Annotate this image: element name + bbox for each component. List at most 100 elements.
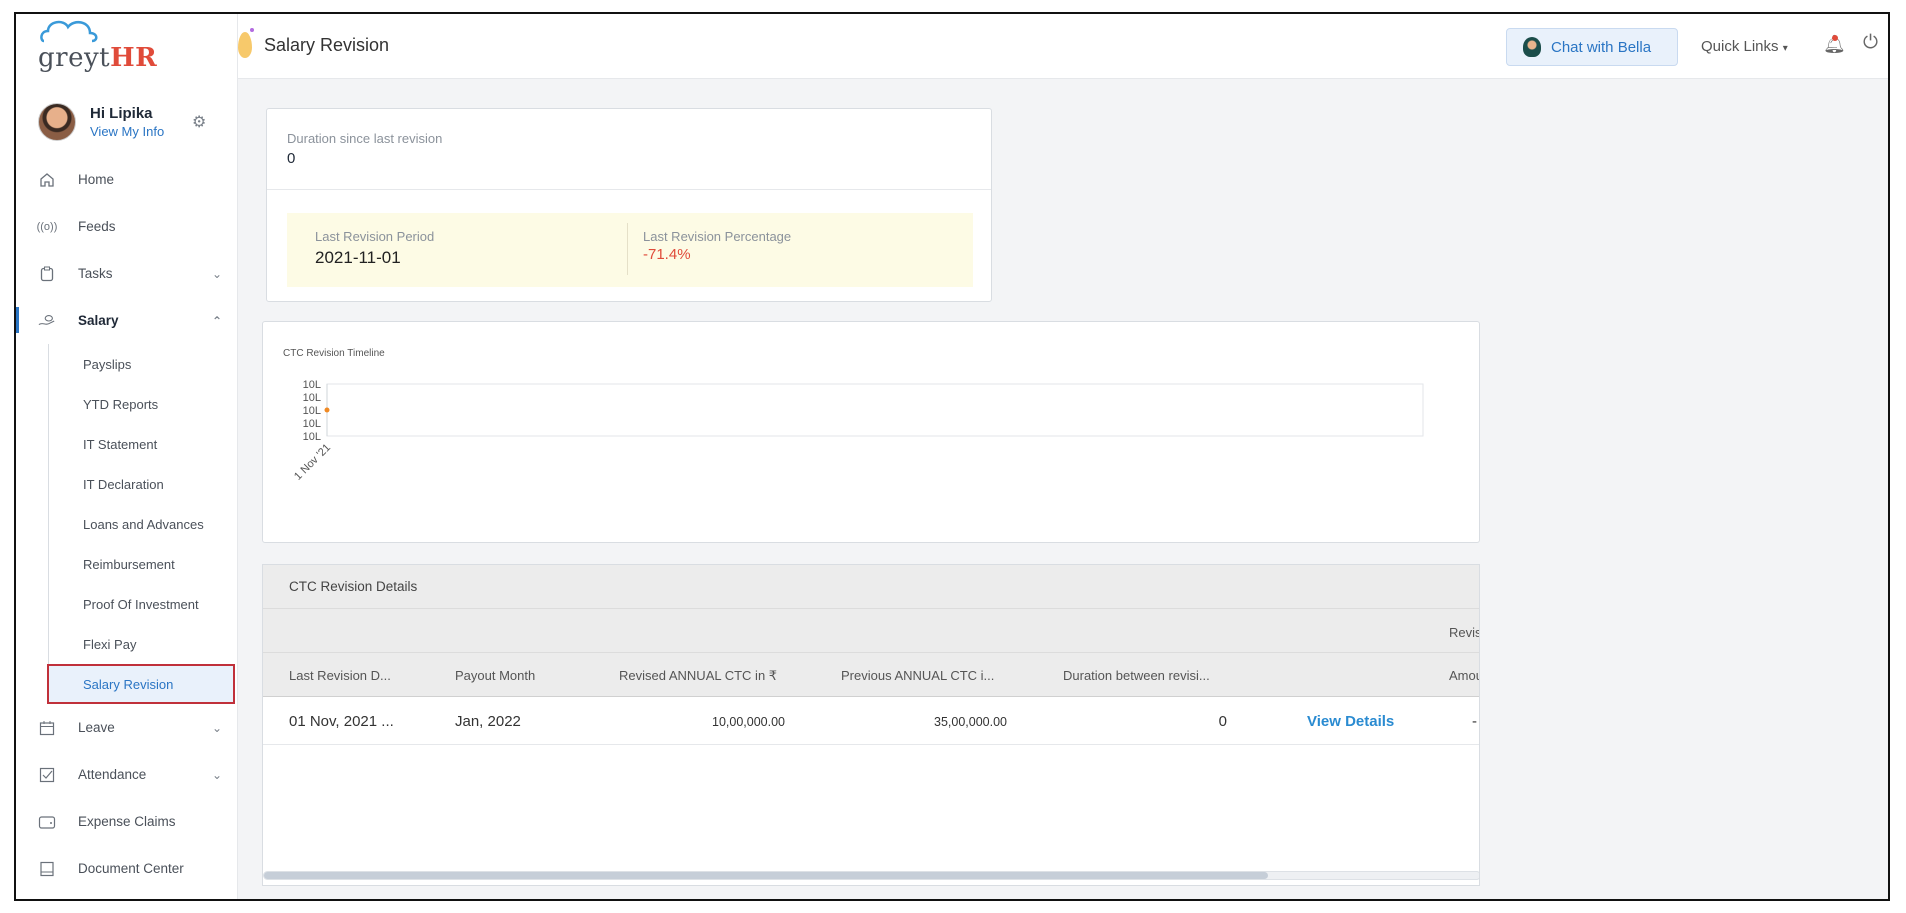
user-profile: Hi Lipika View My Info ⚙ — [16, 88, 237, 156]
submenu-item-reimbursement[interactable]: Reimbursement — [49, 544, 237, 584]
column-header[interactable]: Last Revision D... — [289, 668, 391, 683]
quick-links-dropdown[interactable]: Quick Links ▾ — [1701, 38, 1788, 55]
clipboard-icon — [38, 265, 56, 283]
duration-label: Duration since last revision — [287, 131, 443, 146]
sidebar: greytHR Hi Lipika View My Info ⚙ Home ((… — [16, 14, 238, 899]
y-tick-label: 10L — [303, 405, 321, 417]
period-value: 2021-11-01 — [315, 248, 401, 267]
ctc-timeline-card: CTC Revision Timeline 10L 10L 10L 10L 10L 1 N… — [262, 321, 1480, 543]
submenu-item-payslips[interactable]: Payslips — [49, 344, 237, 384]
user-greeting: Hi Lipika — [90, 105, 153, 122]
sidebar-item-label: Home — [78, 172, 115, 187]
document-icon — [38, 860, 56, 878]
app-window: greytHR Hi Lipika View My Info ⚙ Home ((… — [14, 12, 1890, 901]
submenu-item-loans-advances[interactable]: Loans and Advances — [49, 504, 237, 544]
page-title-decoration — [238, 32, 252, 58]
logo[interactable]: greytHR — [16, 14, 237, 88]
sidebar-item-label: Leave — [78, 720, 115, 735]
sidebar-item-attendance[interactable]: Attendance ⌄ — [16, 751, 237, 798]
ctc-details-table: CTC Revision Details Revis Last Revision… — [262, 564, 1480, 886]
table-title: CTC Revision Details — [289, 579, 418, 594]
last-revision-panel: Last Revision Period 2021-11-01 Last Rev… — [287, 213, 973, 287]
hand-money-icon — [38, 312, 56, 330]
cell-duration: 0 — [1218, 713, 1227, 730]
page-title: Salary Revision — [264, 35, 390, 55]
power-icon[interactable]: ⏻ — [1863, 32, 1878, 54]
column-header[interactable]: Amou — [1449, 668, 1479, 683]
cell-revised-ctc: 10,00,000.00 — [712, 715, 785, 729]
sidebar-item-label: Tasks — [78, 266, 113, 281]
caret-down-icon: ▾ — [1782, 43, 1788, 54]
scrollbar-thumb[interactable] — [264, 872, 1268, 879]
sidebar-item-salary[interactable]: Salary ⌃ — [16, 297, 237, 344]
column-header[interactable]: Previous ANNUAL CTC i... — [841, 668, 994, 683]
y-tick-label: 10L — [303, 431, 321, 443]
bella-avatar-icon — [1523, 37, 1541, 57]
ctc-timeline-chart: 10L10L10L10L10L1 Nov '21 — [292, 379, 1424, 483]
chevron-up-icon[interactable]: ⌃ — [212, 314, 222, 328]
duration-value: 0 — [287, 150, 296, 167]
logo-prefix: greyt — [38, 43, 111, 73]
logo-suffix: HR — [110, 43, 158, 73]
data-point — [324, 407, 330, 413]
sidebar-item-tasks[interactable]: Tasks ⌄ — [16, 250, 237, 297]
sidebar-item-label: Document Center — [78, 861, 184, 876]
top-header: Salary Revision Chat with Bella Quick Li… — [238, 14, 1888, 79]
checkbox-icon — [38, 766, 56, 784]
cell-previous-ctc: 35,00,000.00 — [934, 715, 1007, 729]
calendar-icon — [38, 719, 56, 737]
percentage-value: -71.4% — [643, 246, 691, 263]
chat-with-bella-button[interactable]: Chat with Bella — [1506, 28, 1678, 66]
avatar[interactable] — [38, 103, 76, 141]
x-tick-label: 1 Nov '21 — [292, 442, 333, 483]
plot-area — [326, 383, 1424, 437]
sidebar-item-label: Expense Claims — [78, 814, 176, 829]
column-header[interactable]: Revised ANNUAL CTC in ₹ — [619, 668, 777, 684]
gear-icon[interactable]: ⚙ — [192, 112, 206, 132]
period-label: Last Revision Period — [315, 229, 435, 244]
home-icon — [38, 171, 56, 189]
view-my-info-link[interactable]: View My Info — [90, 124, 164, 139]
chevron-down-icon[interactable]: ⌄ — [212, 721, 222, 735]
column-header[interactable]: Duration between revisi... — [1063, 668, 1210, 683]
cloud-icon — [40, 20, 98, 43]
chevron-down-icon[interactable]: ⌄ — [212, 768, 222, 782]
submenu-item-proof-of-investment[interactable]: Proof Of Investment — [49, 584, 237, 624]
submenu-item-flexi-pay[interactable]: Flexi Pay — [49, 624, 237, 664]
sidebar-item-document-center[interactable]: Document Center — [16, 845, 237, 892]
submenu-item-ytd-reports[interactable]: YTD Reports — [49, 384, 237, 424]
quick-links-label: Quick Links — [1701, 38, 1779, 55]
y-tick-label: 10L — [303, 379, 321, 391]
salary-submenu: Payslips YTD Reports IT Statement IT Dec… — [47, 344, 237, 704]
submenu-item-it-declaration[interactable]: IT Declaration — [49, 464, 237, 504]
broadcast-icon: ((o)) — [36, 220, 58, 233]
submenu-item-it-statement[interactable]: IT Statement — [49, 424, 237, 464]
sidebar-item-label: Feeds — [78, 219, 116, 234]
view-details-link[interactable]: View Details — [1307, 713, 1394, 730]
logo-text: greytHR — [38, 20, 158, 73]
table-header-row: Last Revision D... Payout Month Revised … — [263, 653, 1479, 697]
cell-last-revision: 01 Nov, 2021 ... — [289, 713, 394, 730]
page-title-dot — [250, 28, 254, 32]
chevron-down-icon[interactable]: ⌄ — [212, 267, 222, 281]
revision-summary-card: Duration since last revision 0 Last Revi… — [266, 108, 992, 302]
sidebar-item-leave[interactable]: Leave ⌄ — [16, 704, 237, 751]
sidebar-item-home[interactable]: Home — [16, 156, 237, 203]
y-tick-label: 10L — [303, 418, 321, 430]
submenu-item-salary-revision[interactable]: Salary Revision — [47, 664, 235, 704]
sidebar-item-expense-claims[interactable]: Expense Claims — [16, 798, 237, 845]
sidebar-item-label: Salary — [78, 313, 119, 328]
cell-amount: - — [1472, 713, 1477, 730]
sidebar-item-label: Attendance — [78, 767, 147, 782]
table-group-header: Revis — [1449, 625, 1480, 640]
cell-payout-month: Jan, 2022 — [455, 713, 521, 730]
percentage-label: Last Revision Percentage — [643, 229, 792, 244]
table-row: 01 Nov, 2021 ... Jan, 2022 10,00,000.00 … — [263, 697, 1479, 745]
chat-button-label: Chat with Bella — [1551, 38, 1652, 56]
column-header[interactable]: Payout Month — [455, 668, 535, 683]
y-tick-label: 10L — [303, 392, 321, 404]
notification-badge — [1832, 35, 1838, 41]
sidebar-item-feeds[interactable]: ((o)) Feeds — [16, 203, 237, 250]
wallet-icon — [38, 813, 56, 831]
horizontal-scrollbar[interactable] — [263, 871, 1479, 880]
